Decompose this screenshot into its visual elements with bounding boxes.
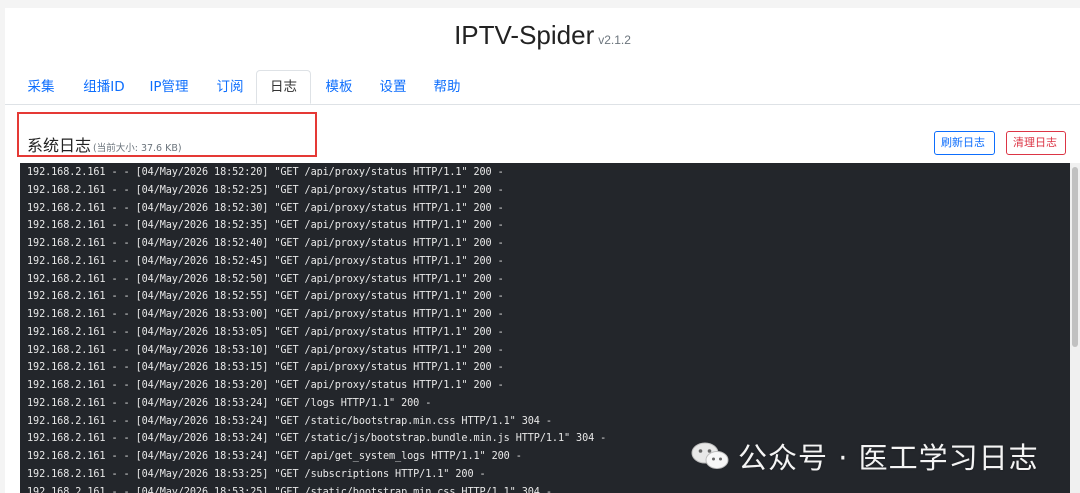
log-line: 192.168.2.161 - - [04/May/2026 18:52:55]… [27, 291, 504, 303]
log-title-text: 系统日志 [27, 136, 92, 155]
log-scrollbar-thumb[interactable] [1072, 167, 1078, 347]
watermark: 公众号 · 医工学习日志 [690, 436, 1039, 476]
tab-templates[interactable]: 模板 [323, 70, 355, 104]
clear-logs-button[interactable]: 清理日志 [1006, 131, 1066, 155]
log-line: 192.168.2.161 - - [04/May/2026 18:53:00]… [27, 309, 504, 320]
app-title: IPTV-Spider v2.1.2 [5, 20, 1080, 51]
tab-logs[interactable]: 日志 [256, 70, 311, 104]
log-line: 192.168.2.161 - - [04/May/2026 18:52:50]… [27, 273, 504, 285]
log-line: 192.168.2.161 - - [04/May/2026 18:52:45]… [27, 255, 504, 267]
wechat-icon [691, 442, 729, 469]
log-line: 192.168.2.161 - - [04/May/2026 18:53:05]… [27, 326, 504, 338]
log-line: 192.168.2.161 - - [04/May/2026 18:53:25]… [27, 486, 552, 493]
log-line: 192.168.2.161 - - [04/May/2026 18:53:24]… [27, 415, 552, 427]
tab-help[interactable]: 帮助 [431, 70, 463, 104]
watermark-text: 公众号 · 医工学习日志 [738, 441, 1039, 475]
app-card: IPTV-Spider v2.1.2 采集 组播ID IP管理 订阅 日志 模板 … [5, 8, 1080, 493]
log-line: 192.168.2.161 - - [04/May/2026 18:53:20]… [27, 380, 504, 391]
log-line: 192.168.2.161 - - [04/May/2026 18:52:30]… [27, 202, 504, 214]
app-title-text: IPTV-Spider [454, 20, 595, 50]
log-size: (当前大小: 37.6 KB) [93, 143, 182, 154]
tab-multicast-id[interactable]: 组播ID [80, 70, 128, 104]
log-line: 192.168.2.161 - - [04/May/2026 18:52:25]… [27, 184, 504, 196]
log-line: 192.168.2.161 - - [04/May/2026 18:52:35]… [27, 220, 504, 232]
tab-ip-manage[interactable]: IP管理 [148, 70, 190, 104]
log-line: 192.168.2.161 - - [04/May/2026 18:53:10]… [27, 344, 504, 356]
log-line: 192.168.2.161 - - [04/May/2026 18:52:20]… [27, 167, 504, 178]
tab-bar: 采集 组播ID IP管理 订阅 日志 模板 设置 帮助 [5, 70, 1080, 105]
log-line: 192.168.2.161 - - [04/May/2026 18:53:15]… [27, 362, 504, 374]
app-version: v2.1.2 [598, 33, 631, 47]
log-scrollbar[interactable] [1070, 163, 1080, 493]
tab-settings[interactable]: 设置 [377, 70, 409, 104]
refresh-logs-button[interactable]: 刷新日志 [934, 131, 995, 155]
log-section-title: 系统日志 (当前大小: 37.6 KB) [27, 132, 182, 156]
tab-collect[interactable]: 采集 [25, 70, 57, 104]
log-line: 192.168.2.161 - - [04/May/2026 18:52:40]… [27, 238, 504, 249]
log-line: 192.168.2.161 - - [04/May/2026 18:53:24]… [27, 397, 432, 409]
tab-subscriptions[interactable]: 订阅 [214, 70, 246, 104]
